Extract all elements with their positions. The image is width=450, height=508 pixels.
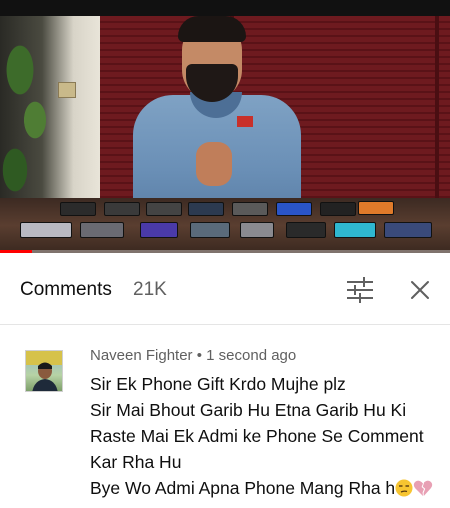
comment-line: Sir Mai Bhout Garib Hu Etna Garib Hu Ki	[90, 400, 407, 420]
comment-author[interactable]: Naveen Fighter	[90, 347, 193, 364]
comment-line: Bye Wo Admi Apna Phone Mang Rha h	[90, 478, 396, 498]
video-phone	[286, 222, 326, 238]
close-comments-button[interactable]	[405, 275, 435, 305]
sort-comments-button[interactable]	[345, 275, 375, 305]
video-phone	[80, 222, 124, 238]
video-phone	[20, 222, 72, 238]
video-plant	[0, 30, 55, 205]
comment-meta: Naveen Fighter • 1 second ago	[90, 347, 296, 364]
broken-heart-emoji	[413, 480, 433, 496]
sort-sliders-icon	[347, 277, 373, 303]
comment-line: Kar Rha Hu	[90, 452, 182, 472]
comment-text: Sir Ek Phone Gift Krdo Mujhe plz Sir Mai…	[90, 371, 440, 501]
video-phone	[384, 222, 432, 238]
video-presenter-hands	[196, 142, 232, 186]
video-wall-light	[58, 82, 76, 98]
meta-separator: •	[196, 347, 202, 364]
comments-header: Comments 21K	[0, 253, 450, 325]
video-player[interactable]	[0, 0, 450, 253]
comment-line: Raste Mai Ek Admi ke Phone Se Comment	[90, 426, 424, 446]
comment-last-line: Bye Wo Admi Apna Phone Mang Rha h	[90, 475, 440, 501]
video-presenter-hair	[178, 16, 246, 42]
video-phone	[188, 202, 224, 216]
video-phone	[276, 202, 312, 216]
video-jacket-patch	[237, 116, 253, 127]
comment-timestamp: 1 second ago	[206, 347, 297, 364]
video-phone	[140, 222, 178, 238]
comment-line: Sir Ek Phone Gift Krdo Mujhe plz	[90, 374, 346, 394]
avatar[interactable]	[25, 350, 63, 392]
close-icon	[411, 281, 429, 299]
avatar-image	[26, 351, 62, 391]
video-phone	[232, 202, 268, 216]
comments-title: Comments	[20, 279, 112, 300]
status-strip	[0, 0, 450, 16]
video-phone	[60, 202, 96, 216]
video-phone	[358, 201, 394, 215]
video-phone	[240, 222, 274, 238]
video-phone	[104, 202, 140, 216]
video-phone	[146, 202, 182, 216]
video-phone	[320, 202, 356, 216]
video-phone	[190, 222, 230, 238]
comments-count: 21K	[133, 279, 167, 300]
video-phone	[334, 222, 376, 238]
unamused-face-emoji	[395, 479, 413, 497]
